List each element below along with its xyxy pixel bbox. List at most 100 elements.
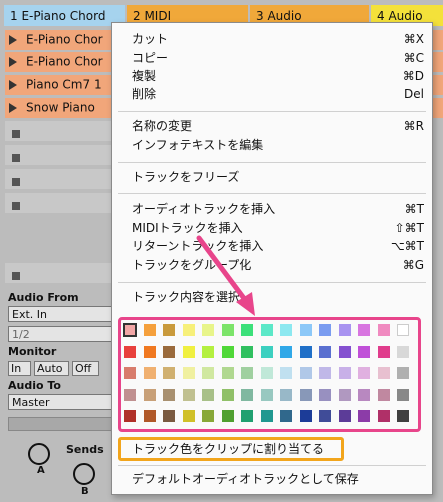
color-swatch[interactable] bbox=[260, 367, 273, 379]
color-swatch[interactable] bbox=[358, 388, 370, 401]
color-swatch[interactable] bbox=[358, 324, 370, 336]
color-swatch[interactable] bbox=[241, 324, 253, 336]
menu-item-duplicate[interactable]: 複製 ⌘D bbox=[132, 68, 424, 85]
color-swatch[interactable] bbox=[163, 345, 175, 358]
track-stop-slot[interactable] bbox=[5, 263, 113, 283]
stop-icon[interactable] bbox=[12, 178, 20, 186]
color-swatch[interactable] bbox=[319, 324, 331, 336]
menu-item-delete[interactable]: 削除 Del bbox=[132, 86, 424, 103]
color-swatch[interactable] bbox=[299, 324, 312, 336]
stop-icon[interactable] bbox=[12, 154, 20, 162]
play-icon[interactable] bbox=[9, 56, 17, 67]
color-swatch[interactable] bbox=[241, 410, 253, 422]
monitor-auto-button[interactable]: Auto bbox=[34, 361, 69, 376]
color-swatch[interactable] bbox=[319, 410, 331, 422]
color-swatch[interactable] bbox=[143, 345, 156, 358]
color-swatch[interactable] bbox=[397, 345, 409, 358]
stop-icon[interactable] bbox=[12, 272, 20, 280]
color-swatch[interactable] bbox=[338, 367, 351, 379]
stop-icon[interactable] bbox=[12, 202, 20, 210]
menu-item-insert-return-track[interactable]: リターントラックを挿入 ⌥⌘T bbox=[132, 238, 424, 255]
menu-item-insert-midi-track[interactable]: MIDIトラックを挿入 ⇧⌘T bbox=[132, 220, 424, 237]
empty-clip-slot[interactable] bbox=[5, 121, 113, 141]
color-swatch[interactable] bbox=[377, 388, 390, 401]
color-swatch[interactable] bbox=[182, 410, 195, 422]
color-swatch[interactable] bbox=[397, 324, 409, 336]
color-swatch[interactable] bbox=[202, 324, 214, 336]
color-swatch[interactable] bbox=[377, 367, 390, 379]
menu-item-select-track-content[interactable]: トラック内容を選択 bbox=[132, 289, 424, 306]
color-swatch[interactable] bbox=[260, 388, 273, 401]
monitor-in-button[interactable]: In bbox=[8, 361, 31, 376]
color-swatch[interactable] bbox=[299, 367, 312, 379]
color-swatch[interactable] bbox=[358, 345, 370, 358]
play-icon[interactable] bbox=[9, 102, 17, 113]
track-header-1[interactable]: 1 E-Piano Chord bbox=[4, 5, 125, 26]
color-swatch[interactable] bbox=[124, 345, 136, 358]
color-swatch[interactable] bbox=[338, 410, 351, 422]
menu-item-cut[interactable]: カット ⌘X bbox=[132, 31, 424, 48]
color-swatch[interactable] bbox=[319, 345, 331, 358]
color-swatch[interactable] bbox=[221, 388, 234, 401]
color-swatch[interactable] bbox=[143, 324, 156, 336]
send-b-knob[interactable] bbox=[73, 463, 95, 485]
color-swatch[interactable] bbox=[377, 410, 390, 422]
color-swatch[interactable] bbox=[221, 410, 234, 422]
menu-item-insert-audio-track[interactable]: オーディオトラックを挿入 ⌘T bbox=[132, 201, 424, 218]
menu-item-freeze-track[interactable]: トラックをフリーズ bbox=[132, 169, 424, 186]
color-swatch[interactable] bbox=[377, 345, 390, 358]
color-swatch[interactable] bbox=[358, 367, 370, 379]
menu-item-group-tracks[interactable]: トラックをグループ化 ⌘G bbox=[132, 257, 424, 274]
color-swatch[interactable] bbox=[124, 388, 136, 401]
color-swatch[interactable] bbox=[182, 345, 195, 358]
color-swatch[interactable] bbox=[280, 367, 292, 379]
color-swatch[interactable] bbox=[299, 410, 312, 422]
clip-slot[interactable]: Piano Cm7 1 bbox=[5, 75, 113, 95]
color-swatch[interactable] bbox=[124, 410, 136, 422]
empty-clip-slot[interactable] bbox=[5, 169, 113, 189]
color-swatch[interactable] bbox=[124, 367, 136, 379]
color-swatch[interactable] bbox=[202, 410, 214, 422]
color-swatch[interactable] bbox=[221, 324, 234, 336]
color-swatch[interactable] bbox=[202, 367, 214, 379]
color-swatch[interactable] bbox=[280, 324, 292, 336]
color-swatch[interactable] bbox=[163, 324, 175, 336]
color-swatch[interactable] bbox=[280, 345, 292, 358]
color-swatch[interactable] bbox=[241, 345, 253, 358]
color-swatch[interactable] bbox=[260, 410, 273, 422]
audio-to-select[interactable]: Master bbox=[8, 394, 113, 410]
clip-slot[interactable]: E-Piano Chor bbox=[5, 30, 113, 50]
color-swatch[interactable] bbox=[143, 367, 156, 379]
empty-clip-slot[interactable] bbox=[5, 145, 113, 165]
color-swatch[interactable] bbox=[143, 410, 156, 422]
color-swatch[interactable] bbox=[299, 388, 312, 401]
color-swatch[interactable] bbox=[202, 345, 214, 358]
stop-icon[interactable] bbox=[12, 130, 20, 138]
color-swatch[interactable] bbox=[163, 367, 175, 379]
color-swatch[interactable] bbox=[221, 345, 234, 358]
color-swatch[interactable] bbox=[260, 345, 273, 358]
color-swatch[interactable] bbox=[338, 388, 351, 401]
menu-item-edit-info[interactable]: インフォテキストを編集 bbox=[132, 137, 424, 154]
input-channel-select[interactable]: 1/2 bbox=[8, 326, 113, 342]
color-swatch[interactable] bbox=[163, 410, 175, 422]
color-swatch[interactable] bbox=[123, 323, 137, 337]
menu-item-assign-track-color-to-clips[interactable]: トラック色をクリップに割り当てる bbox=[132, 441, 424, 458]
color-swatch[interactable] bbox=[163, 388, 175, 401]
color-swatch[interactable] bbox=[182, 388, 195, 401]
color-swatch[interactable] bbox=[221, 367, 234, 379]
color-swatch[interactable] bbox=[280, 410, 292, 422]
color-swatch[interactable] bbox=[182, 367, 195, 379]
color-swatch[interactable] bbox=[241, 388, 253, 401]
color-swatch[interactable] bbox=[397, 388, 409, 401]
audio-from-select[interactable]: Ext. In bbox=[8, 306, 113, 322]
color-swatch[interactable] bbox=[280, 388, 292, 401]
color-swatch[interactable] bbox=[241, 367, 253, 379]
menu-item-rename[interactable]: 名称の変更 ⌘R bbox=[132, 118, 424, 135]
color-swatch[interactable] bbox=[319, 367, 331, 379]
color-swatch[interactable] bbox=[338, 345, 351, 358]
play-icon[interactable] bbox=[9, 79, 17, 90]
menu-item-copy[interactable]: コピー ⌘C bbox=[132, 50, 424, 67]
color-swatch[interactable] bbox=[143, 388, 156, 401]
play-icon[interactable] bbox=[9, 34, 17, 45]
